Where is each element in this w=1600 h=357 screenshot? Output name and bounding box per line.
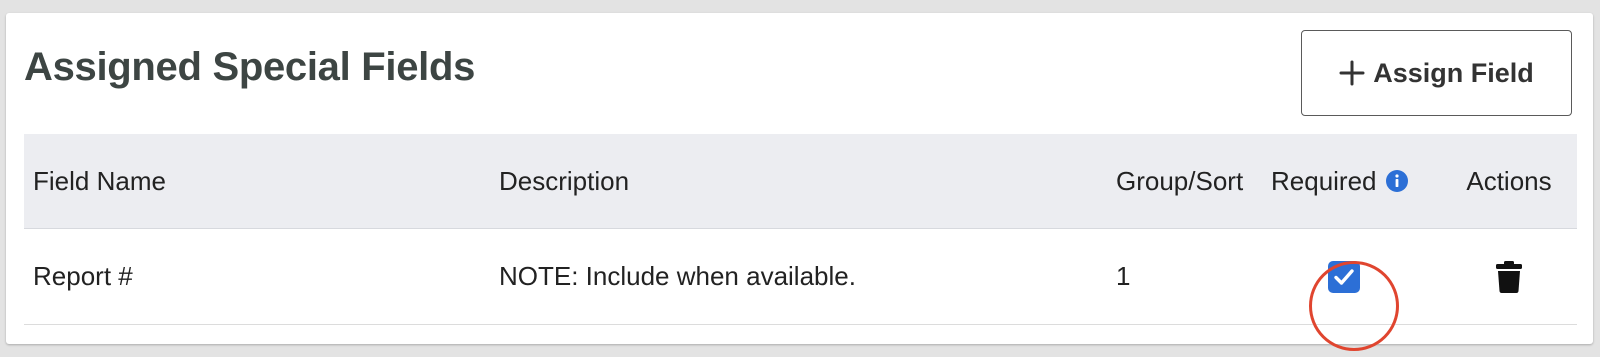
group-sort-cell: 1 xyxy=(1116,261,1131,291)
field-name-cell: Report # xyxy=(33,261,133,291)
table-header: Field Name Description Group/Sort Requir… xyxy=(24,134,1577,229)
plus-icon xyxy=(1339,60,1365,86)
column-header-group-sort: Group/Sort xyxy=(1116,165,1244,196)
required-checkbox[interactable] xyxy=(1327,260,1360,293)
description-cell: NOTE: Include when available. xyxy=(499,261,856,291)
table-row: Report # NOTE: Include when available. 1 xyxy=(24,229,1577,351)
special-fields-table: Field Name Description Group/Sort Requir… xyxy=(24,134,1577,351)
info-icon[interactable] xyxy=(1385,169,1409,193)
assigned-special-fields-panel: Assigned Special Fields Assign Field Fie… xyxy=(6,13,1593,351)
column-header-required-label: Required xyxy=(1271,165,1377,196)
required-cell xyxy=(1271,260,1441,351)
checkmark-icon xyxy=(1333,268,1354,285)
column-header-required: Required xyxy=(1271,166,1441,197)
column-header-field-name: Field Name xyxy=(33,165,166,196)
trash-icon[interactable] xyxy=(1495,260,1523,294)
actions-cell xyxy=(1441,260,1577,294)
page-title: Assigned Special Fields xyxy=(24,45,476,89)
column-header-actions: Actions xyxy=(1466,165,1552,196)
assign-field-label: Assign Field xyxy=(1373,57,1534,88)
assign-field-button[interactable]: Assign Field xyxy=(1301,30,1572,116)
column-header-description: Description xyxy=(499,165,630,196)
